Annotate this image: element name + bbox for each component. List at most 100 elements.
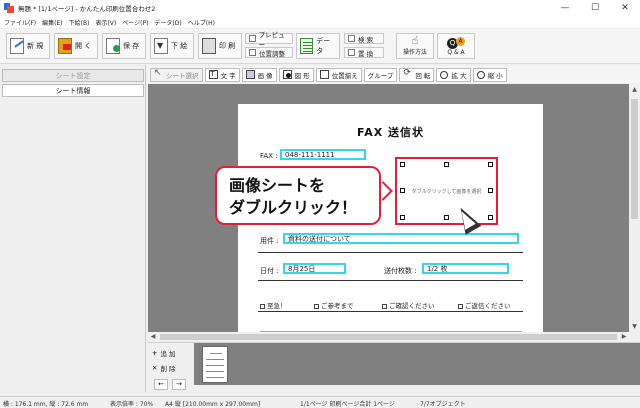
check-reply-label: ご返信ください bbox=[465, 302, 511, 310]
scroll-down-arrow-icon[interactable]: ▼ bbox=[629, 321, 640, 332]
divider-line bbox=[258, 311, 523, 312]
add-page-button[interactable]: + 追 加 bbox=[152, 347, 188, 359]
search-icon bbox=[348, 35, 355, 42]
check-reference-label: ご参考まで bbox=[321, 302, 354, 310]
minimize-button[interactable]: — bbox=[550, 0, 580, 16]
data-sheet-icon bbox=[300, 38, 314, 54]
menu-help[interactable]: ヘルプ(H) bbox=[188, 18, 215, 27]
open-folder-icon bbox=[58, 38, 72, 54]
scroll-up-arrow-icon[interactable]: ▲ bbox=[629, 84, 640, 95]
subject-field[interactable]: 資料の送付について bbox=[283, 233, 519, 244]
callout-line-1: 画像シートを bbox=[229, 176, 326, 195]
position-adjust-button[interactable]: 位置調整 bbox=[245, 47, 293, 58]
data-button[interactable]: データ bbox=[296, 33, 340, 59]
rotate-label: 回 転 bbox=[415, 71, 431, 80]
fax-number-field[interactable]: 048-111-1111 bbox=[280, 149, 366, 160]
tab-sheet-settings[interactable]: シート設定 bbox=[2, 69, 144, 82]
new-document-icon bbox=[10, 38, 24, 54]
fax-title[interactable]: FAX 送信状 bbox=[238, 124, 543, 140]
replace-button[interactable]: 置 換 bbox=[344, 47, 384, 58]
vertical-scroll-thumb[interactable] bbox=[631, 99, 638, 219]
scroll-right-arrow-icon[interactable]: ▶ bbox=[619, 332, 629, 342]
how-to-button[interactable]: ☝ 操作方法 bbox=[396, 33, 434, 59]
check-confirm[interactable]: ご確認ください bbox=[382, 300, 435, 310]
check-reference[interactable]: ご参考まで bbox=[314, 300, 354, 310]
callout-line-2: ダブルクリック！ bbox=[229, 198, 358, 217]
checkbox-icon bbox=[260, 303, 265, 309]
check-reply[interactable]: ご返信ください bbox=[458, 300, 511, 310]
menu-view[interactable]: 表示(V) bbox=[95, 18, 116, 27]
underlay-label: 下 絵 bbox=[171, 42, 188, 50]
data-label: データ bbox=[316, 37, 331, 55]
main-toolbar: 新 規 開 く 保 存 下 絵 印 刷 プレビュー 位置調整 データ 検 索 置… bbox=[0, 29, 640, 64]
maximize-button[interactable]: ☐ bbox=[580, 0, 610, 16]
menu-page[interactable]: ページ(P) bbox=[122, 18, 148, 27]
check-urgent-label: 至急！ bbox=[267, 302, 287, 310]
menu-edit[interactable]: 編集(E) bbox=[42, 18, 62, 27]
select-sheet-button[interactable]: シート選択 bbox=[150, 67, 203, 82]
app-icon bbox=[4, 3, 14, 13]
date-field[interactable]: 8月25日 bbox=[283, 263, 346, 274]
open-button[interactable]: 開 く bbox=[54, 33, 98, 59]
window-title: 無題 * [1/1ページ] - かんたん印刷位置合わせ2 bbox=[18, 5, 156, 13]
delete-page-button[interactable]: ✕ 削 除 bbox=[152, 362, 188, 374]
delete-x-icon: ✕ bbox=[152, 364, 158, 372]
rotate-button[interactable]: 回 転 bbox=[399, 67, 435, 82]
status-paper: A4 縦 [210.00mm x 297.00mm] bbox=[165, 401, 261, 408]
group-button[interactable]: グループ bbox=[363, 67, 398, 82]
print-button[interactable]: 印 刷 bbox=[198, 33, 242, 59]
shape-icon bbox=[282, 70, 292, 79]
resize-handle[interactable] bbox=[444, 162, 449, 167]
shape-sheet-label: 図 形 bbox=[294, 71, 310, 80]
checkbox-icon bbox=[382, 303, 387, 309]
search-button[interactable]: 検 索 bbox=[344, 33, 384, 44]
pages-label: 送付枚数 : bbox=[384, 267, 417, 275]
position-adjust-icon bbox=[249, 49, 256, 56]
horizontal-scroll-thumb[interactable] bbox=[160, 334, 617, 340]
resize-handle[interactable] bbox=[400, 215, 405, 220]
tab-sheet-info[interactable]: シート情報 bbox=[2, 84, 144, 97]
image-sheet-button[interactable]: 画 像 bbox=[241, 67, 277, 82]
add-page-label: 追 加 bbox=[160, 350, 176, 358]
resize-handle[interactable] bbox=[488, 162, 493, 167]
resize-handle[interactable] bbox=[488, 215, 493, 220]
editing-canvas[interactable]: FAX 送信状 FAX : 048-111-1111 用件 : 資料の送付につい… bbox=[148, 84, 629, 332]
new-button[interactable]: 新 規 bbox=[6, 33, 50, 59]
qa-button[interactable]: QA Q & A bbox=[437, 33, 475, 59]
thumbnail-scrollbar[interactable] bbox=[194, 385, 640, 392]
scroll-left-arrow-icon[interactable]: ◀ bbox=[148, 332, 158, 342]
zoom-out-label: 縮 小 bbox=[487, 71, 503, 80]
shape-sheet-button[interactable]: 図 形 bbox=[278, 67, 314, 82]
status-dimensions: 横 : 176.1 mm, 縦 : 72.6 mm bbox=[3, 401, 89, 408]
save-button[interactable]: 保 存 bbox=[102, 33, 146, 59]
zoom-out-button[interactable]: 縮 小 bbox=[472, 67, 507, 82]
check-urgent[interactable]: 至急！ bbox=[260, 300, 287, 310]
next-page-button[interactable]: → bbox=[172, 379, 186, 390]
zoom-in-button[interactable]: 拡 大 bbox=[436, 67, 471, 82]
image-sheet[interactable]: ダブルクリックして画像を選択 bbox=[395, 157, 498, 225]
underlay-icon bbox=[154, 38, 168, 54]
preview-button[interactable]: プレビュー bbox=[245, 31, 293, 49]
group-label: グループ bbox=[367, 71, 394, 80]
align-button[interactable]: 位置揃え bbox=[315, 67, 362, 82]
search-label: 検 索 bbox=[358, 35, 374, 44]
resize-handle[interactable] bbox=[444, 215, 449, 220]
pages-field[interactable]: 1/2 枚 bbox=[422, 263, 509, 274]
page-thumbnail[interactable] bbox=[202, 346, 228, 383]
resize-handle[interactable] bbox=[400, 162, 405, 167]
text-sheet-button[interactable]: 文 字 bbox=[204, 67, 240, 82]
prev-page-button[interactable]: ← bbox=[154, 379, 168, 390]
text-box-icon bbox=[208, 70, 218, 79]
menu-data[interactable]: データ(D) bbox=[154, 18, 181, 27]
menu-underlay[interactable]: 下絵(B) bbox=[69, 18, 90, 27]
menu-file[interactable]: ファイル(F) bbox=[4, 18, 36, 27]
title-bar: 無題 * [1/1ページ] - かんたん印刷位置合わせ2 — ☐ ✕ bbox=[0, 0, 640, 16]
delete-page-label: 削 除 bbox=[160, 365, 176, 373]
status-objects: 7/7オブジェクト bbox=[420, 401, 466, 408]
save-label: 保 存 bbox=[123, 42, 140, 50]
close-button[interactable]: ✕ bbox=[610, 0, 640, 16]
horizontal-scrollbar[interactable]: ◀ ▶ bbox=[148, 332, 629, 342]
divider-line bbox=[258, 280, 523, 281]
vertical-scrollbar[interactable]: ▲ ▼ bbox=[629, 84, 640, 332]
underlay-button[interactable]: 下 絵 bbox=[150, 33, 194, 59]
